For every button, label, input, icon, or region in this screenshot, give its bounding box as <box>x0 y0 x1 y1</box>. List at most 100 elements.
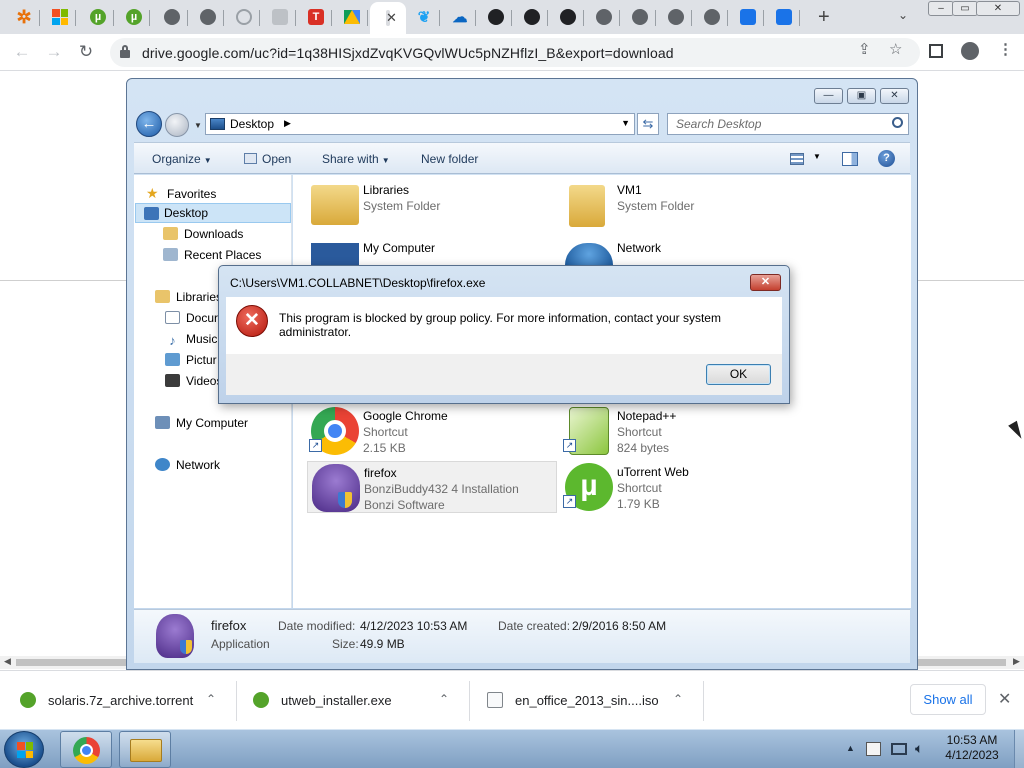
taskbar-explorer[interactable] <box>119 731 171 768</box>
tab-twitter[interactable]: ❦ <box>408 4 440 30</box>
nav-my-computer[interactable]: My Computer <box>155 416 248 430</box>
close-download-shelf-icon[interactable]: ✕ <box>998 689 1011 709</box>
download-item[interactable]: en_office_2013_sin....iso ⌃ <box>467 671 704 730</box>
tab-github[interactable] <box>552 4 584 30</box>
back-arrow-icon[interactable]: ← <box>12 42 32 62</box>
tab-close-button[interactable]: ✕ <box>386 10 397 26</box>
item-firefox-selected[interactable]: firefox BonziBuddy432 4 Installation Bon… <box>307 461 557 513</box>
network-tray-icon[interactable] <box>891 743 907 755</box>
explorer-forward-button[interactable] <box>165 113 189 137</box>
change-view-icon[interactable] <box>790 153 804 165</box>
item-network[interactable]: Network <box>561 237 811 265</box>
nav-music[interactable]: ♪ Music <box>165 332 217 348</box>
share-icon[interactable]: ⇪ <box>858 40 871 58</box>
new-folder-button[interactable]: New folder <box>421 152 478 166</box>
recent-pages-dropdown-icon[interactable]: ▼ <box>194 121 202 130</box>
nav-recent-places[interactable]: Recent Places <box>163 248 261 262</box>
side-panel-icon[interactable] <box>929 44 943 58</box>
explorer-minimize-button[interactable]: — <box>814 88 843 104</box>
minimize-button[interactable]: – <box>928 1 954 16</box>
tab-utorrent[interactable]: µ <box>118 4 150 30</box>
chevron-up-icon[interactable]: ⌃ <box>439 692 449 706</box>
close-window-button[interactable]: ✕ <box>976 1 1020 16</box>
nav-libraries[interactable]: Libraries <box>155 290 222 304</box>
address-bar[interactable]: drive.google.com/uc?id=1q38HISjxdZvqKVGQ… <box>110 38 920 67</box>
action-center-flag-icon[interactable] <box>866 742 881 756</box>
tab-github[interactable] <box>516 4 548 30</box>
forward-arrow-icon[interactable]: → <box>44 42 64 62</box>
tab-google-drive[interactable] <box>336 4 368 30</box>
organize-button[interactable]: Organize ▼ <box>152 152 212 166</box>
dialog-close-button[interactable]: ✕ <box>750 274 781 291</box>
tab-app[interactable] <box>768 4 800 30</box>
tab-windows[interactable] <box>44 4 76 30</box>
chevron-up-icon[interactable]: ⌃ <box>673 692 683 706</box>
nav-documents[interactable]: Docur <box>165 311 218 325</box>
show-all-button[interactable]: Show all <box>910 684 986 715</box>
tab-globe[interactable] <box>660 4 692 30</box>
tab-cloud[interactable]: ☁ <box>444 4 476 30</box>
open-button[interactable]: Open <box>244 152 291 166</box>
item-vm1[interactable]: VM1 System Folder <box>561 179 811 231</box>
tab-settings[interactable]: ✲ <box>8 4 40 30</box>
new-tab-button[interactable]: + <box>818 6 830 29</box>
item-google-chrome[interactable]: ↗ Google Chrome Shortcut 2.15 KB <box>307 405 557 457</box>
maximize-button[interactable]: ▭ <box>952 1 978 16</box>
item-libraries[interactable]: Libraries System Folder <box>307 179 557 231</box>
address-dropdown-icon[interactable]: ▼ <box>621 118 630 128</box>
help-icon[interactable]: ? <box>878 150 895 167</box>
tab-figure[interactable] <box>264 4 296 30</box>
system-clock[interactable]: 10:53 AM 4/12/2023 <box>932 733 1012 763</box>
tab-globe[interactable] <box>696 4 728 30</box>
nav-downloads[interactable]: Downloads <box>163 227 243 241</box>
nav-network[interactable]: Network <box>155 458 220 472</box>
download-item[interactable]: solaris.7z_archive.torrent ⌃ <box>0 671 237 730</box>
address-text[interactable]: Desktop <box>230 117 274 131</box>
nav-favorites[interactable]: ★ Favorites <box>146 185 216 202</box>
preview-pane-icon[interactable] <box>842 152 858 166</box>
volume-muted-icon[interactable]: 🔈︎ <box>915 740 923 757</box>
nav-pictures[interactable]: Pictur <box>165 353 217 367</box>
explorer-back-button[interactable]: ← <box>136 111 162 137</box>
item-my-computer[interactable]: My Computer <box>307 237 557 265</box>
explorer-address-bar[interactable]: Desktop ▶ ▼ <box>205 113 635 135</box>
item-utorrent-web[interactable]: µ ↗ uTorrent Web Shortcut 1.79 KB <box>561 461 811 513</box>
globe-icon <box>668 9 684 25</box>
bookmark-star-icon[interactable]: ☆ <box>889 40 902 58</box>
tray-show-hidden-icon[interactable]: ▲ <box>846 743 855 753</box>
tab-app[interactable] <box>732 4 764 30</box>
tab-globe[interactable] <box>192 4 224 30</box>
tab-search-person[interactable] <box>228 4 260 30</box>
search-box[interactable]: Search Desktop <box>667 113 909 135</box>
ok-button[interactable]: OK <box>706 364 771 385</box>
tab-globe[interactable] <box>624 4 656 30</box>
refresh-button[interactable]: ⇆ <box>637 113 659 135</box>
view-options-caret-icon[interactable]: ▼ <box>813 152 821 161</box>
nav-desktop[interactable]: Desktop <box>135 203 291 223</box>
item-notepad-plus-plus[interactable]: ↗ Notepad++ Shortcut 824 bytes <box>561 405 811 457</box>
url-text[interactable]: drive.google.com/uc?id=1q38HISjxdZvqKVGQ… <box>142 45 674 61</box>
tab-t-logo[interactable]: T <box>300 4 332 30</box>
search-placeholder[interactable]: Search Desktop <box>676 117 761 131</box>
scroll-right-icon[interactable]: ▶ <box>1013 656 1020 667</box>
explorer-close-button[interactable]: ✕ <box>880 88 909 104</box>
show-desktop-button[interactable] <box>1014 730 1024 768</box>
tab-globe[interactable] <box>588 4 620 30</box>
chevron-up-icon[interactable]: ⌃ <box>206 692 216 706</box>
tab-utorrent[interactable]: µ <box>82 4 114 30</box>
tab-github[interactable] <box>480 4 512 30</box>
download-item[interactable]: utweb_installer.exe ⌃ <box>233 671 470 730</box>
explorer-maximize-button[interactable]: ▣ <box>847 88 876 104</box>
breadcrumb-chevron-icon[interactable]: ▶ <box>284 118 291 129</box>
profile-avatar-icon[interactable] <box>961 42 979 60</box>
scroll-left-icon[interactable]: ◀ <box>4 656 11 667</box>
taskbar-chrome[interactable] <box>60 731 112 768</box>
share-with-button[interactable]: Share with ▼ <box>322 152 390 166</box>
menu-kebab-icon[interactable]: ⋮ <box>998 40 1013 58</box>
tab-search-dropdown[interactable]: ⌄ <box>898 8 908 22</box>
reload-icon[interactable]: ↻ <box>76 42 96 62</box>
start-button[interactable] <box>4 731 44 768</box>
nav-videos[interactable]: Videos <box>165 374 222 388</box>
tab-globe[interactable] <box>156 4 188 30</box>
search-icon[interactable] <box>892 117 903 128</box>
